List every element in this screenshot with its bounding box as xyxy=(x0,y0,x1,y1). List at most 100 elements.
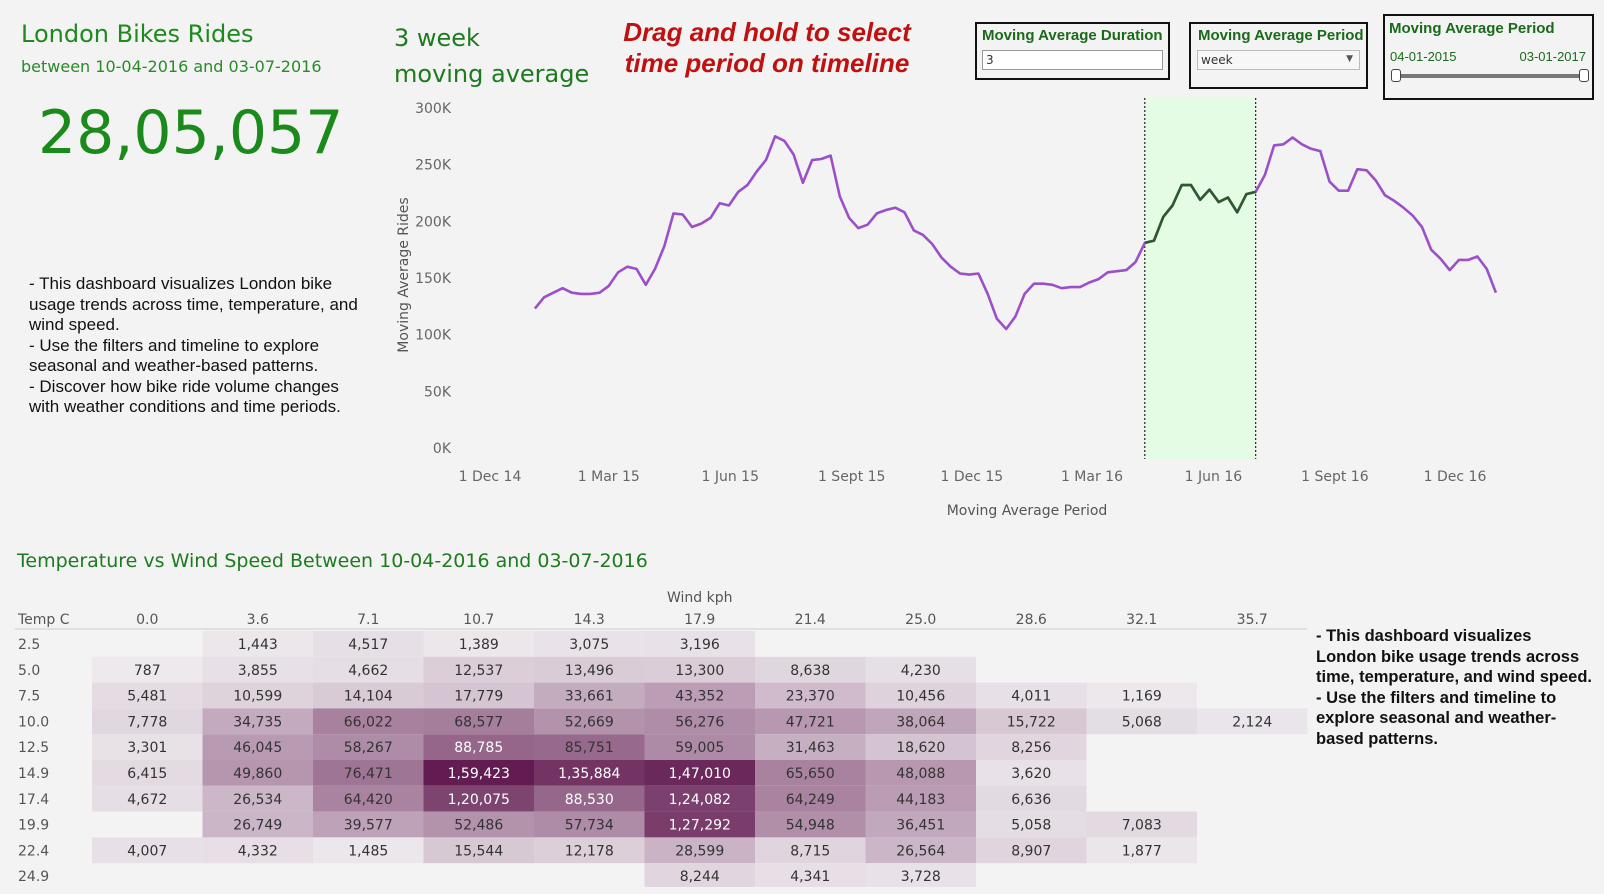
heatmap-row-label: 5.0 xyxy=(18,663,40,679)
heatmap-cell-value: 3,620 xyxy=(1011,766,1051,782)
heatmap-cell-value: 1,47,010 xyxy=(669,766,731,782)
heatmap-cell-value: 6,415 xyxy=(127,766,167,782)
drag-hint: Drag and hold to select time period on t… xyxy=(592,17,942,79)
heatmap-title: Temperature vs Wind Speed Between 10-04-… xyxy=(17,550,648,572)
selection-band[interactable] xyxy=(1144,98,1256,459)
heatmap-cell-value: 38,064 xyxy=(896,714,945,730)
heatmap-column-header: 17.9 xyxy=(684,612,715,628)
heatmap-column-header: 14.3 xyxy=(574,612,605,628)
heatmap-cell-value: 10,456 xyxy=(896,689,945,705)
description-left-line: - Discover how bike ride volume changes … xyxy=(29,376,341,417)
period-select-value: week xyxy=(1201,53,1233,67)
heatmap-cell-value: 4,011 xyxy=(1011,689,1051,705)
heatmap-column-header: 21.4 xyxy=(795,612,826,628)
heatmap-row-label: 12.5 xyxy=(18,740,49,756)
heatmap-cell-value: 26,749 xyxy=(233,818,282,834)
moving-average-line xyxy=(533,135,1498,331)
heatmap-y-label: Temp C xyxy=(17,612,70,628)
heatmap-cell-value: 34,735 xyxy=(233,714,282,730)
heatmap-cell-value: 4,230 xyxy=(901,663,941,679)
x-axis: 1 Dec 14 1 Mar 15 1 Jun 15 1 Sept 15 1 Dec 1… xyxy=(459,469,1487,485)
heatmap-cell-value: 7,083 xyxy=(1122,818,1162,834)
y-tick-label: 300K xyxy=(415,101,452,117)
description-right: - This dashboard visualizes London bike … xyxy=(1316,626,1596,749)
heatmap-cell-value: 26,564 xyxy=(896,843,945,859)
heatmap-cell-value: 12,537 xyxy=(454,663,503,679)
heatmap-cell-value: 56,276 xyxy=(675,714,724,730)
moving-average-duration-control: Moving Average Duration 3 xyxy=(975,22,1170,80)
heatmap-cell-value: 3,301 xyxy=(127,740,167,756)
range-end-value: 03-01-2017 xyxy=(1519,49,1587,64)
heatmap-row-label: 19.9 xyxy=(18,818,49,834)
heatmap-cell-value: 1,485 xyxy=(348,843,388,859)
chart-series xyxy=(533,135,1498,331)
heatmap-cell-value: 1,169 xyxy=(1122,689,1162,705)
y-axis-label: Moving Average Rides xyxy=(396,197,412,352)
x-tick-label: 1 Jun 15 xyxy=(702,469,760,485)
heatmap-cell-value: 8,638 xyxy=(790,663,830,679)
x-axis-label: Moving Average Period xyxy=(947,503,1108,519)
heatmap-cell-value: 1,24,082 xyxy=(669,792,731,808)
heatmap-cell-value: 8,907 xyxy=(1011,843,1051,859)
x-tick-label: 1 Jun 16 xyxy=(1185,469,1243,485)
moving-average-line-chart[interactable]: 0K 50K 100K 150K 200K 250K 300K 1 Dec 14 1 Mar … xyxy=(393,95,1563,525)
heatmap-cell-value: 13,496 xyxy=(565,663,614,679)
heatmap-cell-value: 48,088 xyxy=(896,766,945,782)
heatmap-cell-value: 66,022 xyxy=(344,714,393,730)
heatmap-row-label: 22.4 xyxy=(18,843,49,859)
heatmap-row-label: 17.4 xyxy=(18,792,49,808)
period-label: Moving Average Period xyxy=(1198,27,1364,44)
dashboard-title: London Bikes Rides xyxy=(21,20,254,48)
heatmap-cell-value: 15,722 xyxy=(1007,714,1056,730)
temperature-wind-heatmap[interactable]: Wind kph Temp C 0.0 3.6 7.1 10.7 14.3 17.9 21.4 2… xyxy=(15,587,1315,887)
timeline-selection xyxy=(1144,98,1257,459)
heatmap-cell-value: 85,751 xyxy=(565,740,614,756)
y-tick-label: 200K xyxy=(415,214,452,230)
duration-label: Moving Average Duration xyxy=(982,27,1163,44)
heatmap-row-label: 7.5 xyxy=(18,689,40,705)
x-tick-label: 1 Sept 16 xyxy=(1301,469,1369,485)
heatmap-cell-value: 4,341 xyxy=(790,869,830,885)
heatmap-cell-value: 6,636 xyxy=(1011,792,1051,808)
heatmap-row-label: 10.0 xyxy=(18,714,49,730)
heatmap-cell-value: 4,332 xyxy=(238,843,278,859)
heatmap-cell-value: 17,779 xyxy=(454,689,503,705)
heatmap-cell-value: 4,662 xyxy=(348,663,388,679)
moving-average-title-line2: moving average xyxy=(394,60,590,88)
heatmap-cell-value: 46,045 xyxy=(233,740,282,756)
y-tick-label: 100K xyxy=(415,328,452,344)
y-tick-label: 50K xyxy=(424,384,452,400)
heatmap-cell-value: 31,463 xyxy=(786,740,835,756)
heatmap-cell-value: 23,370 xyxy=(786,689,835,705)
heatmap-cell-value: 39,577 xyxy=(344,818,393,834)
range-start-handle[interactable] xyxy=(1391,69,1401,82)
duration-input[interactable]: 3 xyxy=(982,50,1163,70)
heatmap-cell-value: 7,778 xyxy=(127,714,167,730)
heatmap-cell-value: 5,058 xyxy=(1011,818,1051,834)
range-slider-track[interactable] xyxy=(1394,74,1584,78)
description-right-line: - Use the filters and timeline to explor… xyxy=(1316,688,1557,748)
heatmap-cell-value: 64,420 xyxy=(344,792,393,808)
heatmap-cell-value: 8,715 xyxy=(790,843,830,859)
heatmap-cell-value: 12,178 xyxy=(565,843,614,859)
heatmap-cell-value: 15,544 xyxy=(454,843,503,859)
heatmap-cell-value: 1,877 xyxy=(1122,843,1162,859)
range-start-value: 04-01-2015 xyxy=(1390,49,1457,64)
heatmap-cell-value: 28,599 xyxy=(675,843,724,859)
heatmap-cell-value: 1,20,075 xyxy=(448,792,510,808)
description-left-line: - This dashboard visualizes London bike … xyxy=(29,274,358,334)
heatmap-cell-value: 57,734 xyxy=(565,818,614,834)
range-end-handle[interactable] xyxy=(1579,69,1589,82)
total-rides-kpi: 28,05,057 xyxy=(38,98,344,168)
period-range-slider-control: Moving Average Period 04-01-2015 03-01-2… xyxy=(1383,14,1594,100)
y-tick-label: 0K xyxy=(433,441,452,457)
heatmap-cell-value: 14,104 xyxy=(344,689,393,705)
chevron-down-icon[interactable]: ▼ xyxy=(1346,54,1353,64)
y-axis: 0K 50K 100K 150K 200K 250K 300K xyxy=(415,101,452,457)
heatmap-cell-value: 33,661 xyxy=(565,689,614,705)
dashboard-subtitle: between 10-04-2016 and 03-07-2016 xyxy=(21,57,322,76)
period-select[interactable]: week ▼ xyxy=(1197,50,1360,70)
moving-average-title-line1: 3 week xyxy=(394,24,480,52)
heatmap-x-label: Wind kph xyxy=(667,590,733,606)
heatmap-cell-value: 8,244 xyxy=(680,869,720,885)
